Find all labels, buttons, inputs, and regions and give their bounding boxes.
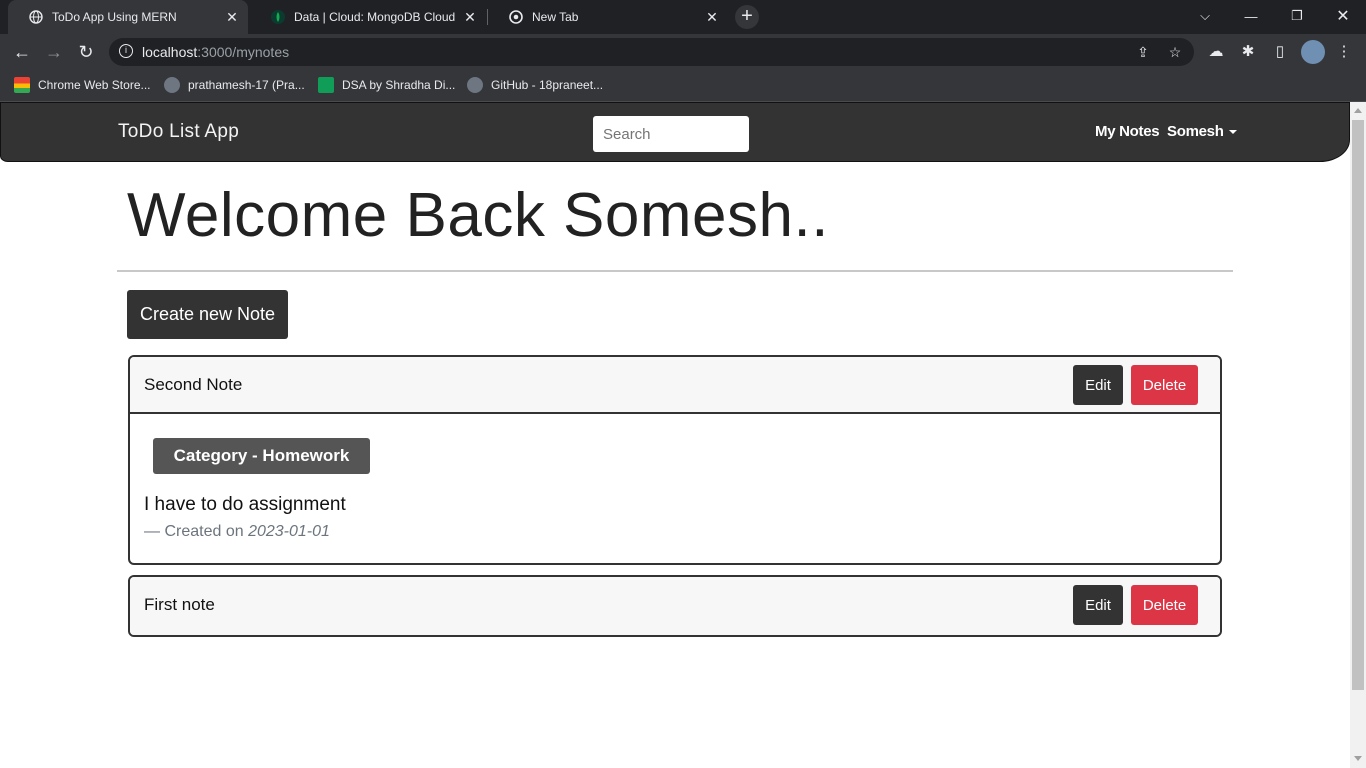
caret-down-icon <box>1228 130 1237 135</box>
tab-title: ToDo App Using MERN <box>52 10 177 24</box>
bookmark-label: DSA by Shradha Di... <box>342 78 456 92</box>
bookmarks-bar: Chrome Web Store... prathamesh-17 (Pra..… <box>0 70 1366 102</box>
bookmark-label: prathamesh-17 (Pra... <box>188 78 305 92</box>
github-icon <box>164 77 180 93</box>
forward-arrow-icon[interactable]: → <box>42 40 66 64</box>
my-notes-link[interactable]: My Notes <box>1095 123 1160 140</box>
sheets-icon <box>318 77 334 93</box>
edit-button[interactable]: Edit <box>1073 585 1123 625</box>
bookmark-chrome-web-store[interactable]: Chrome Web Store... <box>14 77 151 93</box>
extensions-puzzle-icon[interactable]: ✱ <box>1238 42 1258 62</box>
note-title: Second Note <box>144 375 243 394</box>
page-title: Welcome Back Somesh.. <box>127 181 829 250</box>
extension-cloud-icon[interactable]: ☁ <box>1206 42 1226 62</box>
delete-button[interactable]: Delete <box>1131 365 1198 405</box>
github-icon <box>467 77 483 93</box>
user-name: Somesh <box>1167 123 1224 140</box>
brand-link[interactable]: ToDo List App <box>118 121 239 143</box>
url-text[interactable]: localhost:3000/mynotes <box>142 44 289 60</box>
chrome-icon <box>508 9 524 25</box>
url-path: :3000/mynotes <box>197 44 290 60</box>
bookmark-star-icon[interactable]: ☆ <box>1165 42 1185 62</box>
side-panel-icon[interactable]: ▯ <box>1270 42 1290 62</box>
tab-new-tab[interactable]: New Tab ✕ <box>488 0 728 34</box>
globe-icon <box>28 9 44 25</box>
restore-icon[interactable]: ❐ <box>1274 0 1320 32</box>
scroll-up-icon[interactable] <box>1354 108 1362 113</box>
url-host: localhost <box>142 44 198 60</box>
reload-icon[interactable]: ↻ <box>74 40 98 64</box>
new-tab-icon[interactable]: + <box>735 5 759 29</box>
scrollbar-thumb[interactable] <box>1352 120 1364 690</box>
tab-todo-app[interactable]: ToDo App Using MERN ✕ <box>8 0 248 34</box>
mongodb-leaf-icon <box>270 9 286 25</box>
address-toolbar: ← → ↻ i localhost:3000/mynotes ⇪ ☆ ☁ ✱ ▯… <box>0 34 1366 70</box>
minimize-icon[interactable]: — <box>1228 0 1274 32</box>
create-note-button[interactable]: Create new Note <box>127 290 288 339</box>
back-arrow-icon[interactable]: ← <box>10 40 34 64</box>
note-card-header[interactable]: Second Note Edit Delete <box>130 357 1220 414</box>
bookmark-dsa[interactable]: DSA by Shradha Di... <box>318 77 455 93</box>
bookmark-label: GitHub - 18praneet... <box>491 78 604 92</box>
web-store-icon <box>14 77 30 93</box>
close-window-icon[interactable]: ✕ <box>1320 0 1366 32</box>
delete-button[interactable]: Delete <box>1131 585 1198 625</box>
tab-mongodb[interactable]: Data | Cloud: MongoDB Cloud ✕ <box>250 0 486 34</box>
site-info-icon[interactable]: i <box>119 44 133 58</box>
address-bar[interactable]: i localhost:3000/mynotes ⇪ ☆ <box>109 38 1194 66</box>
divider <box>117 270 1233 272</box>
note-title: First note <box>144 595 215 614</box>
browser-tab-strip: ToDo App Using MERN ✕ Data | Cloud: Mong… <box>0 0 1366 34</box>
close-tab-icon[interactable]: ✕ <box>222 9 242 26</box>
profile-avatar[interactable] <box>1301 40 1325 64</box>
created-date: 2023-01-01 <box>248 523 330 540</box>
search-input[interactable] <box>593 116 749 152</box>
created-prefix: — Created on <box>144 523 244 540</box>
tab-search-chevron-icon[interactable]: ⌵ <box>1182 0 1228 32</box>
note-card: Second Note Edit Delete Category - Homew… <box>128 355 1222 565</box>
page-viewport: ToDo List App My Notes Somesh Welcome Ba… <box>0 102 1350 768</box>
note-card-body: Category - Homework I have to do assignm… <box>130 414 1220 563</box>
bookmark-label: Chrome Web Store... <box>38 78 151 92</box>
tab-title: Data | Cloud: MongoDB Cloud <box>294 10 456 24</box>
user-dropdown[interactable]: Somesh <box>1167 123 1237 140</box>
bookmark-github-18praneet[interactable]: GitHub - 18praneet... <box>467 77 603 93</box>
category-badge: Category - Homework <box>153 438 370 474</box>
note-content: I have to do assignment <box>144 494 346 515</box>
note-card: First note Edit Delete <box>128 575 1222 637</box>
app-navbar: ToDo List App My Notes Somesh <box>0 102 1350 162</box>
close-tab-icon[interactable]: ✕ <box>460 9 480 26</box>
bookmark-prathamesh[interactable]: prathamesh-17 (Pra... <box>164 77 305 93</box>
note-card-header[interactable]: First note Edit Delete <box>130 577 1220 635</box>
scroll-down-icon[interactable] <box>1354 756 1362 761</box>
edit-button[interactable]: Edit <box>1073 365 1123 405</box>
share-icon[interactable]: ⇪ <box>1133 42 1153 62</box>
kebab-menu-icon[interactable]: ⋮ <box>1334 42 1354 62</box>
page-scrollbar[interactable] <box>1350 102 1366 768</box>
close-tab-icon[interactable]: ✕ <box>702 9 722 26</box>
tab-title: New Tab <box>532 10 579 24</box>
note-created: — Created on 2023-01-01 <box>144 523 330 541</box>
